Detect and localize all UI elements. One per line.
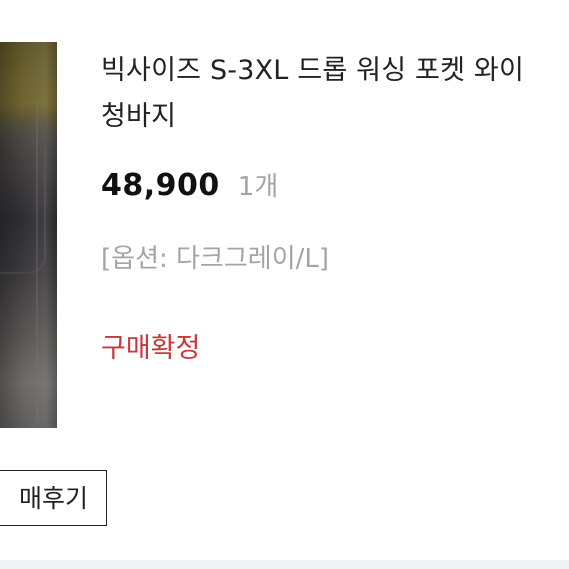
thumbnail-seam-detail xyxy=(36,102,38,422)
section-divider xyxy=(0,560,569,569)
product-title-line-1: 빅사이즈 S-3XL 드롭 워싱 포켓 와이 xyxy=(101,55,524,86)
product-title-line-2: 청바지 xyxy=(101,101,177,132)
product-title[interactable]: 빅사이즈 S-3XL 드롭 워싱 포켓 와이 청바지 xyxy=(101,48,569,140)
thumbnail-pocket-detail xyxy=(0,122,46,274)
product-thumbnail-image[interactable] xyxy=(0,42,57,428)
product-option: [옵션: 다크그레이/L] xyxy=(101,244,329,274)
order-status-label: 구매확정 xyxy=(101,333,201,364)
product-quantity: 1개 xyxy=(237,172,279,202)
price-row: 48,900 1개 xyxy=(101,166,278,206)
order-item-card: 빅사이즈 S-3XL 드롭 워싱 포켓 와이 청바지 48,900 1개 [옵션… xyxy=(0,0,569,569)
write-review-button[interactable]: 매후기 xyxy=(0,470,107,526)
product-price: 48,900 xyxy=(101,168,220,203)
